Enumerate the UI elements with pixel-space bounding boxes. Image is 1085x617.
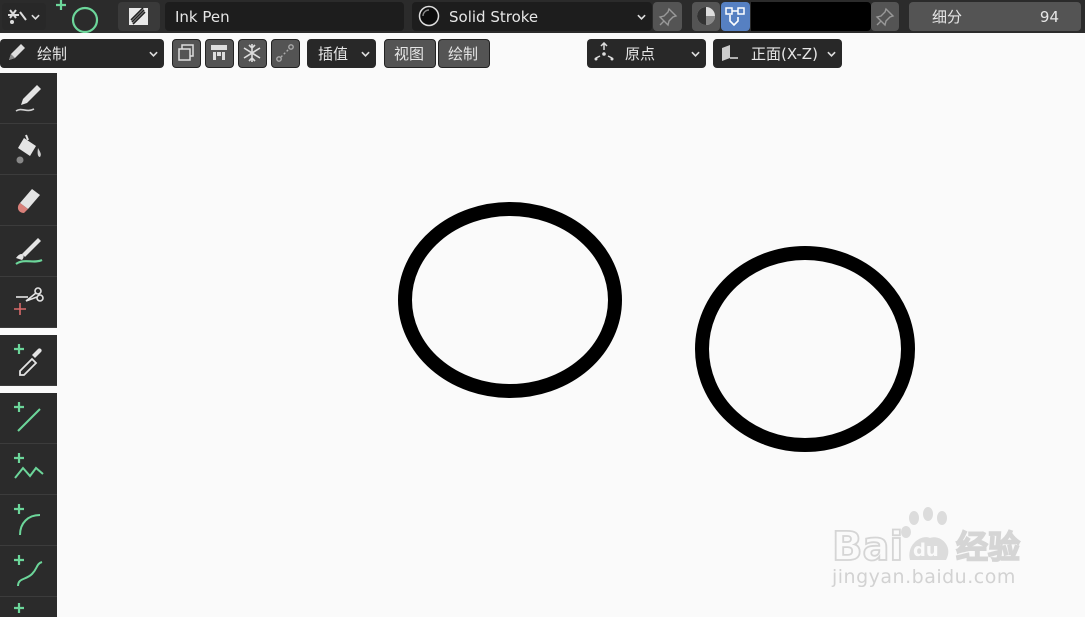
snap-button[interactable]: [238, 39, 267, 68]
eraser-icon: [17, 189, 40, 213]
tool-line[interactable]: [0, 393, 57, 444]
pin-color-button[interactable]: [871, 2, 899, 31]
drawing-plane-dropdown[interactable]: 正面(X-Z): [713, 39, 842, 68]
vertex-paint-icon: [725, 7, 745, 27]
guides-button[interactable]: [271, 39, 300, 68]
mode-dropdown[interactable]: 绘制: [0, 39, 164, 68]
pin-icon: [875, 7, 895, 27]
stroke-color-swatch[interactable]: [751, 2, 871, 31]
material-sphere-icon: [418, 5, 440, 27]
chevron-down-icon: [691, 51, 700, 57]
brush-name-text: Ink Pen: [175, 7, 230, 26]
tool-settings-header: Ink Pen Solid Stroke 细分 94: [0, 0, 1085, 33]
material-dropdown[interactable]: Solid Stroke: [412, 2, 652, 31]
material-name-text: Solid Stroke: [449, 7, 539, 26]
draw-pencil-icon: [15, 85, 41, 112]
multiframe-button[interactable]: [172, 39, 201, 68]
arc-primitive-icon: [13, 504, 40, 536]
tool-box[interactable]: [0, 597, 57, 617]
brush-preview[interactable]: [118, 2, 160, 31]
tool-draw[interactable]: [0, 73, 57, 124]
editor-type-dropdown[interactable]: [2, 3, 46, 30]
subdivide-field[interactable]: 细分 94: [909, 2, 1081, 31]
tool-eyedropper[interactable]: [0, 335, 57, 386]
stroke-ellipse-left[interactable]: [398, 202, 622, 398]
tool-arc[interactable]: [0, 495, 57, 546]
interpolate-dropdown[interactable]: 插值: [307, 39, 376, 68]
transform-pivot-dropdown[interactable]: 原点: [587, 39, 706, 68]
curve-primitive-icon: [13, 555, 42, 587]
multiframe-icon: [178, 44, 194, 61]
pin-material-button[interactable]: [653, 2, 682, 31]
shading-sphere-icon: [697, 7, 715, 25]
subdivide-label: 细分: [932, 8, 963, 26]
subdivide-value: 94: [1039, 7, 1059, 26]
pencil-icon: [9, 44, 25, 60]
blender-grease-pencil-window: Ink Pen Solid Stroke 细分 94 绘制 插值 视图 绘制 原…: [0, 0, 1085, 617]
cutter-scissors-icon: [13, 287, 44, 315]
chevron-down-icon: [637, 14, 646, 20]
svg-text:Bai: Bai: [832, 524, 903, 570]
brush-name-field[interactable]: Ink Pen: [165, 2, 404, 31]
view-menu-label: 视图: [394, 45, 425, 63]
toolbar-separator: [0, 328, 57, 335]
watermark-url: jingyan.baidu.com: [832, 566, 1016, 588]
svg-text:du: du: [913, 540, 939, 561]
front-plane-icon: [722, 45, 738, 61]
viewport-header: 绘制 插值 视图 绘制 原点 正面(X-Z): [0, 33, 1085, 73]
tool-erase[interactable]: [0, 175, 57, 226]
line-primitive-icon: [13, 402, 41, 432]
merge-icon: [211, 45, 227, 60]
mode-label: 绘制: [37, 45, 68, 63]
grease-pencil-object-icon: [8, 9, 27, 24]
eyedropper-icon: [13, 344, 42, 376]
svg-text:经验: 经验: [956, 528, 1020, 566]
ink-pen-brush-icon: [129, 7, 148, 25]
stroke-ellipse-right[interactable]: [695, 246, 915, 452]
origin-pivot-icon: [594, 42, 614, 61]
tool-cutter[interactable]: [0, 277, 57, 328]
material-color-mode-button[interactable]: [692, 2, 720, 31]
view-menu[interactable]: 视图: [384, 39, 436, 68]
chevron-down-icon: [149, 51, 158, 57]
fill-bucket-icon: [16, 134, 41, 164]
dotted-line-icon: [276, 44, 294, 62]
box-primitive-icon: [13, 603, 24, 613]
vertex-color-mode-button[interactable]: [721, 2, 750, 31]
tool-shelf: [0, 73, 57, 617]
chevron-down-icon: [361, 51, 370, 57]
snowflake-icon: [243, 44, 261, 62]
pin-icon: [658, 7, 678, 27]
drawing-plane-label: 正面(X-Z): [751, 45, 818, 63]
interpolate-label: 插值: [318, 45, 349, 63]
tint-brush-icon: [14, 238, 42, 265]
draw-menu[interactable]: 绘制: [438, 39, 490, 68]
origin-label: 原点: [625, 45, 656, 63]
tool-curve[interactable]: [0, 546, 57, 597]
chevron-down-icon: [827, 51, 836, 57]
chevron-down-icon: [31, 14, 40, 20]
polyline-primitive-icon: [13, 453, 44, 479]
tool-polyline[interactable]: [0, 444, 57, 495]
toolbar-separator: [0, 386, 57, 393]
auto-merge-button[interactable]: [205, 39, 234, 68]
tool-fill[interactable]: [0, 124, 57, 175]
draw-menu-label: 绘制: [448, 45, 479, 63]
add-circle-primitive-icon[interactable]: [56, 0, 100, 33]
tool-tint[interactable]: [0, 226, 57, 277]
